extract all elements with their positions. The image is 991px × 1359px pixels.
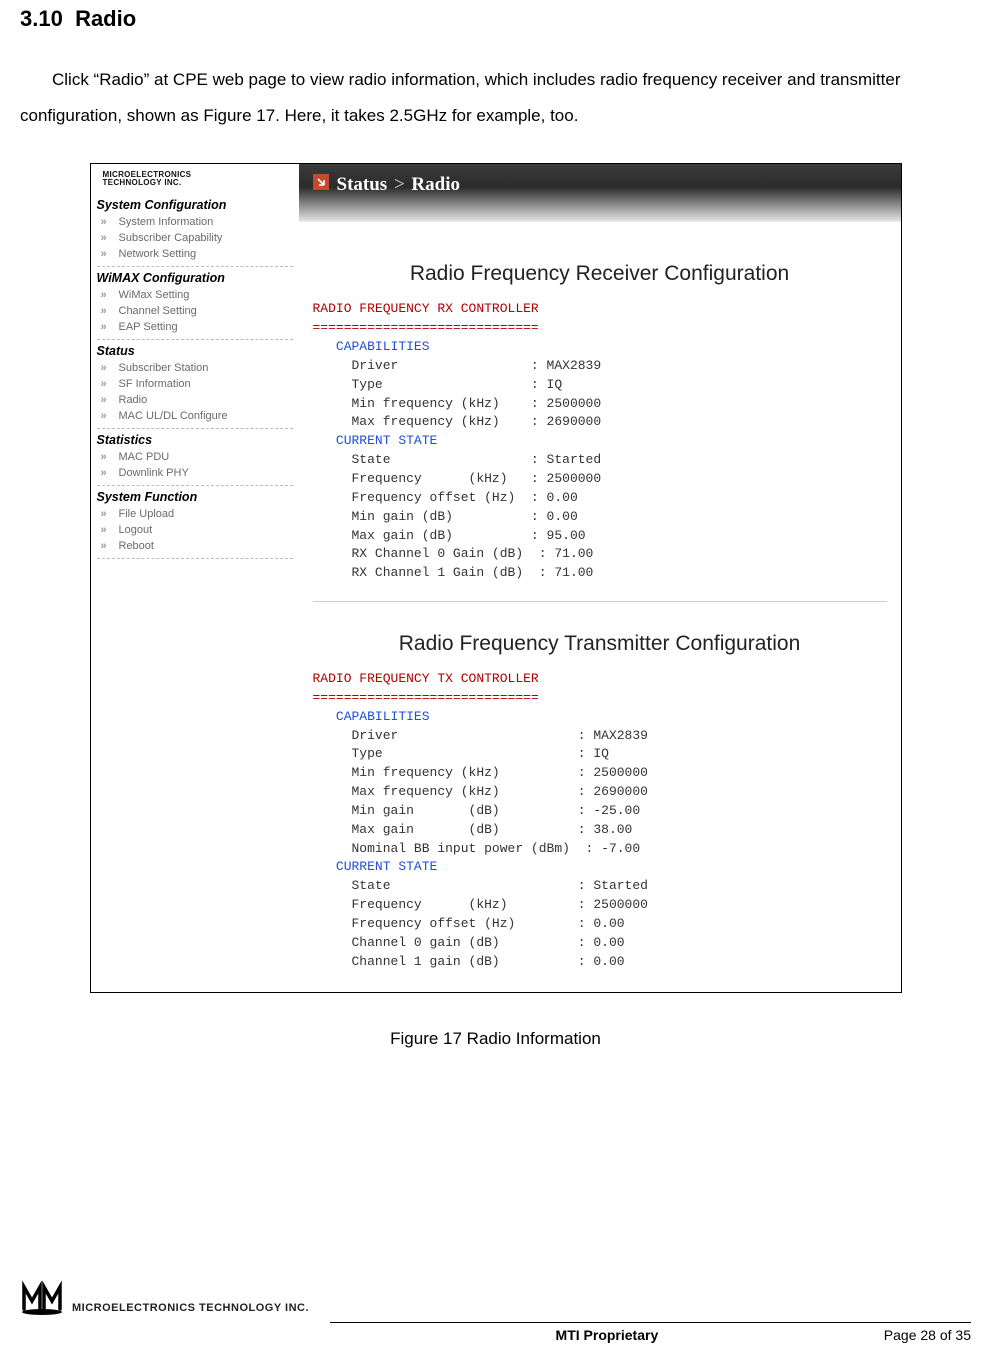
sidebar-item-label: System Information [119, 216, 214, 228]
sidebar-item-label: Subscriber Station [119, 362, 209, 374]
section-number: 3.10 [20, 6, 63, 31]
sidebar-item[interactable]: » Downlink PHY [97, 465, 293, 481]
sidebar-item-label: Radio [119, 394, 148, 406]
nav-group: WiMAX Configuration » WiMax Setting » Channe… [97, 271, 293, 335]
footer-page-number: Page 28 of 35 [884, 1327, 971, 1343]
chevron-right-icon: » [101, 216, 111, 228]
breadcrumb-page: Radio [411, 174, 460, 195]
footer-company: MICROELECTRONICS TECHNOLOGY INC. [72, 1302, 309, 1314]
nav-group-title: Statistics [97, 433, 293, 447]
terminal-output: RADIO FREQUENCY TX CONTROLLER ==========… [313, 670, 887, 972]
nav-group: Status » Subscriber Station » SF Information… [97, 344, 293, 424]
chevron-right-icon: » [101, 289, 111, 301]
sidebar-item-label: WiMax Setting [119, 289, 190, 301]
footer-logo-icon [20, 1277, 66, 1322]
section-heading: 3.10 Radio [20, 6, 971, 32]
sidebar-item-label: EAP Setting [119, 321, 178, 333]
figure-screenshot: MICROELECTRONICS TECHNOLOGY INC. System … [90, 163, 902, 992]
sidebar-item[interactable]: » Radio [97, 392, 293, 408]
logo-text: MICROELECTRONICS TECHNOLOGY INC. [103, 171, 192, 189]
arrow-down-right-icon [313, 174, 329, 190]
sidebar-item[interactable]: » SF Information [97, 376, 293, 392]
chevron-right-icon: » [101, 540, 111, 552]
sidebar-item-label: Network Setting [119, 248, 197, 260]
nav-group-title: System Configuration [97, 198, 293, 212]
page-footer: MICROELECTRONICS TECHNOLOGY INC. MTI Pro… [20, 1277, 971, 1343]
chevron-right-icon: » [101, 524, 111, 536]
section-title: Radio [75, 6, 136, 31]
panel-title: Radio Frequency Receiver Configuration [313, 262, 887, 286]
footer-proprietary: MTI Proprietary [556, 1327, 659, 1343]
sidebar-item[interactable]: » EAP Setting [97, 319, 293, 335]
nav-group: System Configuration»System Information»… [97, 198, 293, 262]
nav-group: Statistics » MAC PDU » Downlink PHY [97, 433, 293, 481]
sidebar-item-label: Downlink PHY [119, 467, 189, 479]
content-pane: Status > Radio Radio Frequency Receiver … [299, 164, 901, 991]
nav-separator [97, 485, 293, 486]
sidebar-item[interactable]: » Subscriber Station [97, 360, 293, 376]
panel-title: Radio Frequency Transmitter Configuratio… [313, 632, 887, 656]
panel-divider [313, 601, 887, 602]
chevron-right-icon: » [101, 362, 111, 374]
chevron-right-icon: » [101, 467, 111, 479]
nav-group-title: WiMAX Configuration [97, 271, 293, 285]
sidebar-item[interactable]: » System Information [97, 214, 293, 230]
sidebar-item[interactable]: » Logout [97, 522, 293, 538]
nav-separator [97, 266, 293, 267]
chevron-right-icon: » [101, 232, 111, 244]
sidebar-item[interactable]: » Subscriber Capability [97, 230, 293, 246]
sidebar-item-label: MAC PDU [119, 451, 170, 463]
sidebar-item-label: Subscriber Capability [119, 232, 223, 244]
body-paragraph: Click “Radio” at CPE web page to view ra… [20, 62, 971, 133]
chevron-right-icon: » [101, 410, 111, 422]
sidebar-item[interactable]: » Network Setting [97, 246, 293, 262]
chevron-right-icon: » [101, 305, 111, 317]
chevron-right-icon: » [101, 321, 111, 333]
nav-group: System Function » File Upload » Logout » Reboo… [97, 490, 293, 554]
sidebar-item-label: MAC UL/DL Configure [119, 410, 228, 422]
nav-separator [97, 558, 293, 559]
nav-group-title: Status [97, 344, 293, 358]
chevron-right-icon: » [101, 248, 111, 260]
breadcrumb: Status > Radio [337, 174, 460, 196]
sidebar-item-label: SF Information [119, 378, 191, 390]
nav-separator [97, 428, 293, 429]
terminal-output: RADIO FREQUENCY RX CONTROLLER ==========… [313, 300, 887, 583]
footer-rule [330, 1322, 971, 1323]
sidebar-item[interactable]: » Reboot [97, 538, 293, 554]
chevron-right-icon: » [101, 451, 111, 463]
sidebar-item[interactable]: » File Upload [97, 506, 293, 522]
sidebar-item[interactable]: » WiMax Setting [97, 287, 293, 303]
logo: MICROELECTRONICS TECHNOLOGY INC. [97, 170, 293, 188]
chevron-right-icon: » [101, 394, 111, 406]
sidebar-item-label: Logout [119, 524, 153, 536]
sidebar: MICROELECTRONICS TECHNOLOGY INC. System … [91, 164, 299, 991]
sidebar-item-label: Channel Setting [119, 305, 197, 317]
breadcrumb-section: Status [337, 174, 388, 195]
sidebar-item[interactable]: » MAC UL/DL Configure [97, 408, 293, 424]
nav-group-title: System Function [97, 490, 293, 504]
chevron-right-icon: » [101, 508, 111, 520]
figure-caption: Figure 17 Radio Information [20, 1029, 971, 1049]
sidebar-item-label: File Upload [119, 508, 175, 520]
sidebar-item[interactable]: » Channel Setting [97, 303, 293, 319]
sidebar-item-label: Reboot [119, 540, 154, 552]
breadcrumb-separator: > [394, 174, 405, 195]
sidebar-item[interactable]: » MAC PDU [97, 449, 293, 465]
nav-separator [97, 339, 293, 340]
breadcrumb-bar: Status > Radio [299, 164, 901, 222]
chevron-right-icon: » [101, 378, 111, 390]
